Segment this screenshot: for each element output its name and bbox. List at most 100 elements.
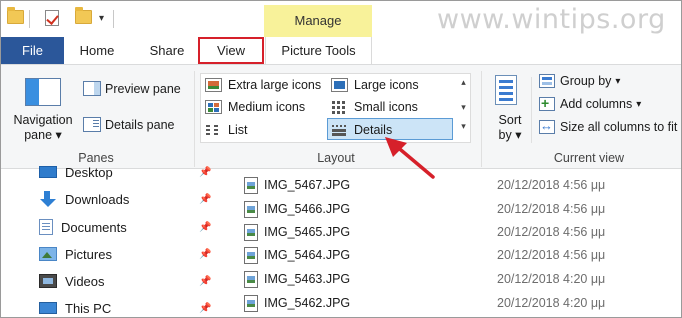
details-pane-button[interactable]: Details pane (83, 117, 175, 132)
qa-separator (29, 10, 30, 28)
list-option[interactable]: List (205, 119, 247, 141)
tab-share[interactable]: Share (135, 37, 199, 64)
layout-group-label: Layout (317, 151, 355, 165)
list-label: List (228, 123, 248, 137)
sort-by-label-2: by ▾ (498, 128, 522, 142)
pin-icon[interactable]: 📌 (199, 276, 211, 287)
sort-by-label: Sort (498, 113, 522, 127)
downloads-icon (39, 191, 57, 207)
nav-item-this-pc[interactable]: This PC (39, 297, 111, 317)
size-all-columns-button[interactable]: Size all columns to fit (539, 118, 678, 134)
list-icon (205, 123, 222, 137)
file-date: 20/12/2018 4:56 μμ (497, 178, 606, 192)
folder-icon[interactable] (7, 7, 24, 24)
file-name: IMG_5462.JPG (264, 296, 351, 310)
small-icons-label: Small icons (354, 100, 418, 114)
group-divider-3 (531, 77, 532, 143)
chevron-down-icon: ▾ (636, 98, 642, 110)
navigation-pane-icon[interactable] (25, 78, 61, 106)
pin-icon[interactable]: 📌 (199, 249, 211, 260)
nav-item-documents[interactable]: Documents (39, 216, 127, 238)
preview-pane-icon (83, 81, 101, 96)
small-icons-option[interactable]: Small icons (331, 96, 418, 118)
qa-separator-2 (113, 10, 114, 28)
file-name: IMG_5463.JPG (264, 272, 351, 286)
add-columns-icon (539, 95, 555, 111)
file-row[interactable]: IMG_5463.JPG 20/12/2018 4:20 μμ (244, 268, 681, 290)
customize-toolbar-icon[interactable]: ▾ (99, 13, 104, 24)
file-date: 20/12/2018 4:56 μμ (497, 225, 606, 239)
pin-icon[interactable]: 📌 (199, 194, 211, 205)
sort-by-button[interactable]: Sort by ▾ (491, 113, 529, 143)
navigation-pane-button[interactable]: Navigation pane ▾ (7, 113, 79, 143)
file-date: 20/12/2018 4:56 μμ (497, 202, 606, 216)
extra-large-icons-label: Extra large icons (228, 78, 322, 92)
size-all-columns-label: Size all columns to fit (560, 120, 678, 134)
image-file-icon (244, 176, 258, 194)
preview-pane-button[interactable]: Preview pane (83, 81, 181, 96)
group-divider-2 (481, 71, 482, 167)
large-icons-label: Large icons (354, 78, 419, 92)
details-icon (331, 123, 348, 137)
medium-icons-icon (205, 100, 222, 114)
pin-icon[interactable]: 📌 (199, 303, 211, 314)
small-icons-icon (331, 100, 348, 114)
properties-icon[interactable] (45, 10, 59, 26)
tab-view[interactable]: View (198, 37, 264, 64)
tab-home[interactable]: Home (65, 37, 129, 64)
nav-item-label: Desktop (65, 164, 113, 180)
large-icons-icon (331, 78, 348, 92)
medium-icons-option[interactable]: Medium icons (205, 96, 305, 118)
details-pane-icon (83, 117, 101, 132)
file-name: IMG_5466.JPG (264, 202, 351, 216)
nav-item-pictures[interactable]: Pictures (39, 243, 112, 265)
navigation-pane-label-2: pane ▾ (24, 128, 62, 142)
tab-picture-tools[interactable]: Picture Tools (265, 37, 372, 64)
pin-icon[interactable]: 📌 (199, 167, 211, 178)
file-name: IMG_5465.JPG (264, 225, 351, 239)
group-divider (194, 71, 195, 167)
add-columns-button[interactable]: Add columns ▾ (539, 95, 642, 111)
image-file-icon (244, 223, 258, 241)
nav-item-desktop[interactable]: Desktop (39, 161, 113, 183)
file-row[interactable]: IMG_5465.JPG 20/12/2018 4:56 μμ (244, 221, 681, 243)
file-name: IMG_5464.JPG (264, 248, 351, 262)
desktop-icon (39, 166, 57, 178)
file-row[interactable]: IMG_5462.JPG 20/12/2018 4:20 μμ (244, 292, 681, 314)
image-file-icon (244, 200, 258, 218)
scroll-up-icon[interactable]: ▴ (456, 77, 471, 88)
medium-icons-label: Medium icons (228, 100, 306, 114)
group-by-icon (539, 74, 555, 88)
pin-icon[interactable]: 📌 (199, 222, 211, 233)
ribbon: Navigation pane ▾ Preview pane Details p… (1, 64, 681, 169)
file-row[interactable]: IMG_5464.JPG 20/12/2018 4:56 μμ (244, 244, 681, 266)
ribbon-tabs: File Home Share View Picture Tools (1, 37, 681, 64)
nav-item-downloads[interactable]: Downloads (39, 188, 129, 210)
preview-pane-label: Preview pane (105, 81, 181, 96)
pictures-icon (39, 247, 57, 261)
file-row[interactable]: IMG_5467.JPG 20/12/2018 4:56 μμ (244, 174, 681, 196)
extra-large-icons-icon (205, 78, 222, 92)
details-pane-label: Details pane (105, 117, 175, 132)
scroll-down-icon[interactable]: ▾ (456, 102, 471, 113)
documents-icon (39, 219, 53, 235)
image-file-icon (244, 294, 258, 312)
tab-file[interactable]: File (1, 37, 64, 64)
sort-by-icon[interactable] (495, 75, 517, 105)
file-row[interactable]: IMG_5466.JPG 20/12/2018 4:56 μμ (244, 198, 681, 220)
group-by-button[interactable]: Group by ▾ (539, 74, 620, 88)
nav-item-videos[interactable]: Videos (39, 270, 105, 292)
large-icons-option[interactable]: Large icons (331, 74, 419, 96)
layout-gallery-scroll[interactable]: ▴ ▾ ▾ (456, 73, 471, 143)
file-date: 20/12/2018 4:56 μμ (497, 248, 606, 262)
navigation-pane: Desktop 📌 Downloads 📌 Documents 📌 Pictur… (1, 165, 221, 317)
expand-gallery-icon[interactable]: ▾ (456, 121, 471, 132)
new-folder-icon[interactable] (75, 7, 92, 24)
nav-item-label: Pictures (65, 246, 112, 262)
nav-item-label: Videos (65, 273, 105, 289)
extra-large-icons-option[interactable]: Extra large icons (205, 74, 321, 96)
nav-item-label: Documents (61, 219, 127, 235)
current-view-group-label: Current view (553, 151, 625, 165)
group-by-label: Group by (560, 74, 612, 88)
nav-item-label: Downloads (65, 191, 130, 207)
